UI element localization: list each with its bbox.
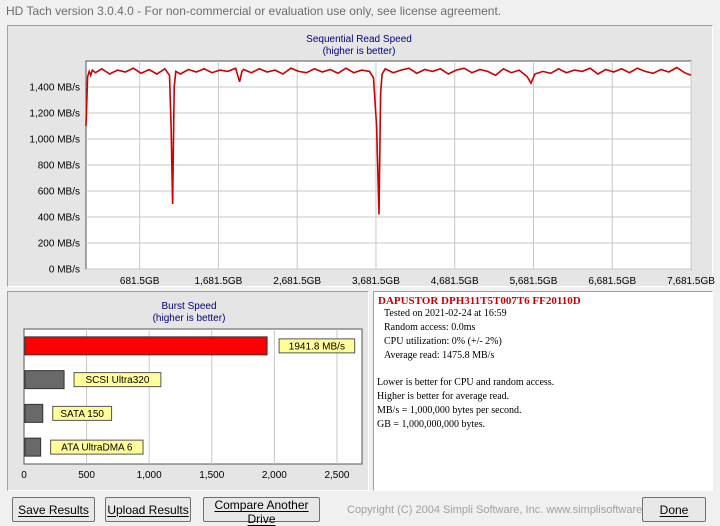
seq-x-tick-label: 5,681.5GB — [510, 276, 558, 287]
seq-y-tick-label: 0 MB/s — [49, 265, 80, 276]
seq-y-tick-label: 400 MB/s — [38, 213, 80, 224]
note-line: Higher is better for average read. — [377, 391, 510, 402]
cpu-utilization: CPU utilization: 0% (+/- 2%) — [384, 336, 502, 347]
seq-x-tick-label: 681.5GB — [120, 276, 160, 287]
seq-y-tick-label: 1,400 MB/s — [29, 83, 80, 94]
burst-bar — [24, 370, 65, 390]
seq-y-tick-label: 800 MB/s — [38, 161, 80, 172]
burst-chart-title: Burst Speed — [161, 301, 216, 312]
done-button[interactable]: Done — [642, 497, 706, 522]
seq-y-tick-label: 600 MB/s — [38, 187, 80, 198]
window-title: HD Tach version 3.0.4.0 - For non-commer… — [0, 0, 720, 22]
seq-x-tick-label: 4,681.5GB — [431, 276, 479, 287]
copyright-text: Copyright (C) 2004 Simpli Software, Inc.… — [347, 504, 667, 516]
burst-bar — [24, 403, 44, 423]
drive-name: DAPUSTOR DPH311T5T007T6 FF20110D — [378, 295, 581, 307]
average-read: Average read: 1475.8 MB/s — [384, 350, 495, 361]
seq-y-tick-label: 1,000 MB/s — [29, 135, 80, 146]
burst-speed-panel: Burst Speed (higher is better) 1941.8 MB… — [7, 291, 369, 491]
burst-x-tick-label: 0 — [21, 470, 27, 481]
burst-chart-subtitle: (higher is better) — [153, 313, 226, 324]
seq-chart-title: Sequential Read Speed — [306, 34, 412, 45]
seq-x-tick-label: 3,681.5GB — [352, 276, 400, 287]
burst-x-tick-label: 2,000 — [262, 470, 287, 481]
burst-x-tick-label: 2,500 — [324, 470, 349, 481]
note-line: Lower is better for CPU and random acces… — [377, 377, 555, 388]
burst-bar-label: SCSI Ultra320 — [85, 375, 149, 386]
tested-on: Tested on 2021-02-24 at 16:59 — [384, 308, 507, 319]
burst-x-tick-label: 500 — [78, 470, 95, 481]
burst-bar-label: ATA UltraDMA 6 — [61, 443, 133, 454]
note-line: GB = 1,000,000,000 bytes. — [377, 419, 486, 430]
burst-bar-label: 1941.8 MB/s — [289, 341, 345, 352]
burst-x-tick-label: 1,000 — [137, 470, 162, 481]
burst-bar-label: SATA 150 — [60, 409, 104, 420]
seq-y-tick-label: 200 MB/s — [38, 239, 80, 250]
drive-info-panel: DAPUSTOR DPH311T5T007T6 FF20110D Tested … — [373, 291, 713, 491]
seq-x-tick-label: 2,681.5GB — [273, 276, 321, 287]
burst-x-tick-label: 1,500 — [199, 470, 224, 481]
compare-another-drive-button[interactable]: Compare Another Drive — [203, 497, 320, 526]
save-results-button[interactable]: Save Results — [12, 497, 95, 522]
seq-x-tick-label: 6,681.5GB — [588, 276, 636, 287]
sequential-read-panel: Sequential Read Speed (higher is better)… — [7, 25, 715, 287]
seq-chart-subtitle: (higher is better) — [323, 46, 396, 57]
seq-x-tick-label: 7,681.5GB — [667, 276, 715, 287]
burst-bar — [24, 437, 42, 457]
seq-y-tick-label: 1,200 MB/s — [29, 109, 80, 120]
burst-speed-chart: Burst Speed (higher is better) 1941.8 MB… — [21, 301, 363, 481]
random-access: Random access: 0.0ms — [384, 322, 476, 333]
burst-bar — [24, 336, 268, 356]
seq-x-tick-label: 1,681.5GB — [195, 276, 243, 287]
upload-results-button[interactable]: Upload Results — [105, 497, 191, 522]
note-line: MB/s = 1,000,000 bytes per second. — [377, 405, 522, 416]
sequential-read-chart: Sequential Read Speed (higher is better)… — [29, 34, 715, 287]
